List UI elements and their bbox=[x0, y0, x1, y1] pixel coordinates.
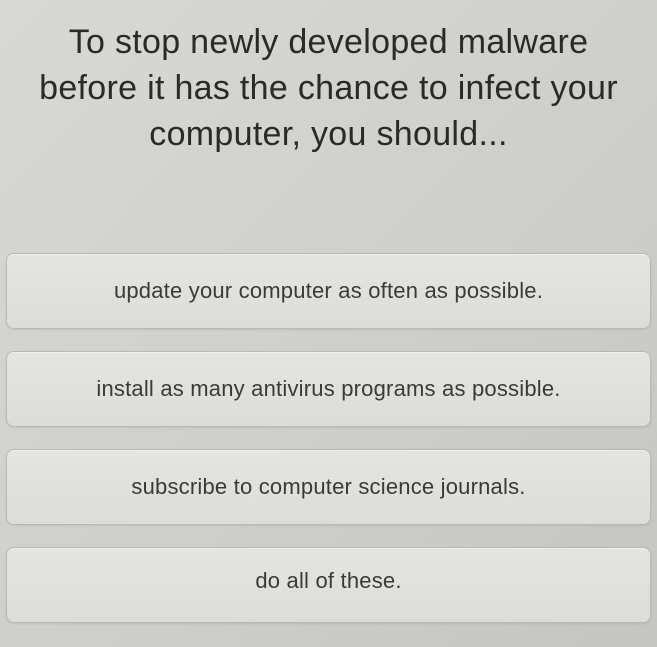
option-4[interactable]: do all of these. bbox=[6, 547, 651, 623]
option-2[interactable]: install as many antivirus programs as po… bbox=[6, 351, 651, 427]
question-text: To stop newly developed malware before i… bbox=[30, 20, 627, 158]
options-container: update your computer as often as possibl… bbox=[0, 253, 657, 623]
question-container: To stop newly developed malware before i… bbox=[0, 0, 657, 158]
option-1[interactable]: update your computer as often as possibl… bbox=[6, 253, 651, 329]
option-3[interactable]: subscribe to computer science journals. bbox=[6, 449, 651, 525]
